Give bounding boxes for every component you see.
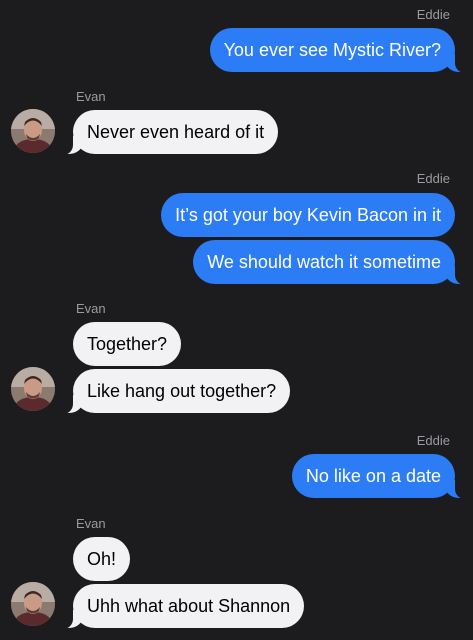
avatar-evan[interactable]	[11, 582, 55, 626]
message-bubble-outgoing[interactable]: No like on a date	[291, 454, 470, 499]
message-text: Together?	[87, 334, 168, 354]
message-bubble-incoming[interactable]: Together?	[73, 322, 182, 366]
message-bubble-outgoing[interactable]: You ever see Mystic River?	[209, 28, 470, 73]
message-text: Never even heard of it	[87, 122, 265, 142]
message-text: It’s got your boy Kevin Bacon in it	[175, 205, 441, 225]
message-bubble-incoming[interactable]: Oh!	[73, 537, 131, 581]
sender-label-evan: Evan	[76, 516, 106, 531]
message-bubble-outgoing[interactable]: We should watch it sometime	[193, 240, 469, 285]
avatar-evan[interactable]	[11, 109, 55, 153]
sender-label-eddie: Eddie	[416, 7, 450, 22]
sender-label-evan: Evan	[76, 301, 106, 316]
sender-label-eddie: Eddie	[416, 171, 450, 186]
message-text: You ever see Mystic River?	[223, 40, 441, 60]
message-bubble-incoming[interactable]: Uhh what about Shannon	[58, 584, 305, 629]
contact-photo-icon	[11, 109, 55, 153]
sender-label-evan: Evan	[76, 89, 106, 104]
message-text: Like hang out together?	[87, 381, 277, 401]
message-text: We should watch it sometime	[207, 252, 441, 272]
message-bubble-incoming[interactable]: Never even heard of it	[58, 110, 279, 155]
contact-photo-icon	[11, 582, 55, 626]
message-bubble-incoming[interactable]: Like hang out together?	[58, 369, 291, 414]
sender-label-eddie: Eddie	[416, 433, 450, 448]
message-text: No like on a date	[305, 466, 441, 486]
message-text: Uhh what about Shannon	[87, 596, 291, 616]
message-bubble-outgoing[interactable]: It’s got your boy Kevin Bacon in it	[161, 193, 455, 237]
message-text: Oh!	[87, 549, 117, 569]
avatar-evan[interactable]	[11, 367, 55, 411]
contact-photo-icon	[11, 367, 55, 411]
